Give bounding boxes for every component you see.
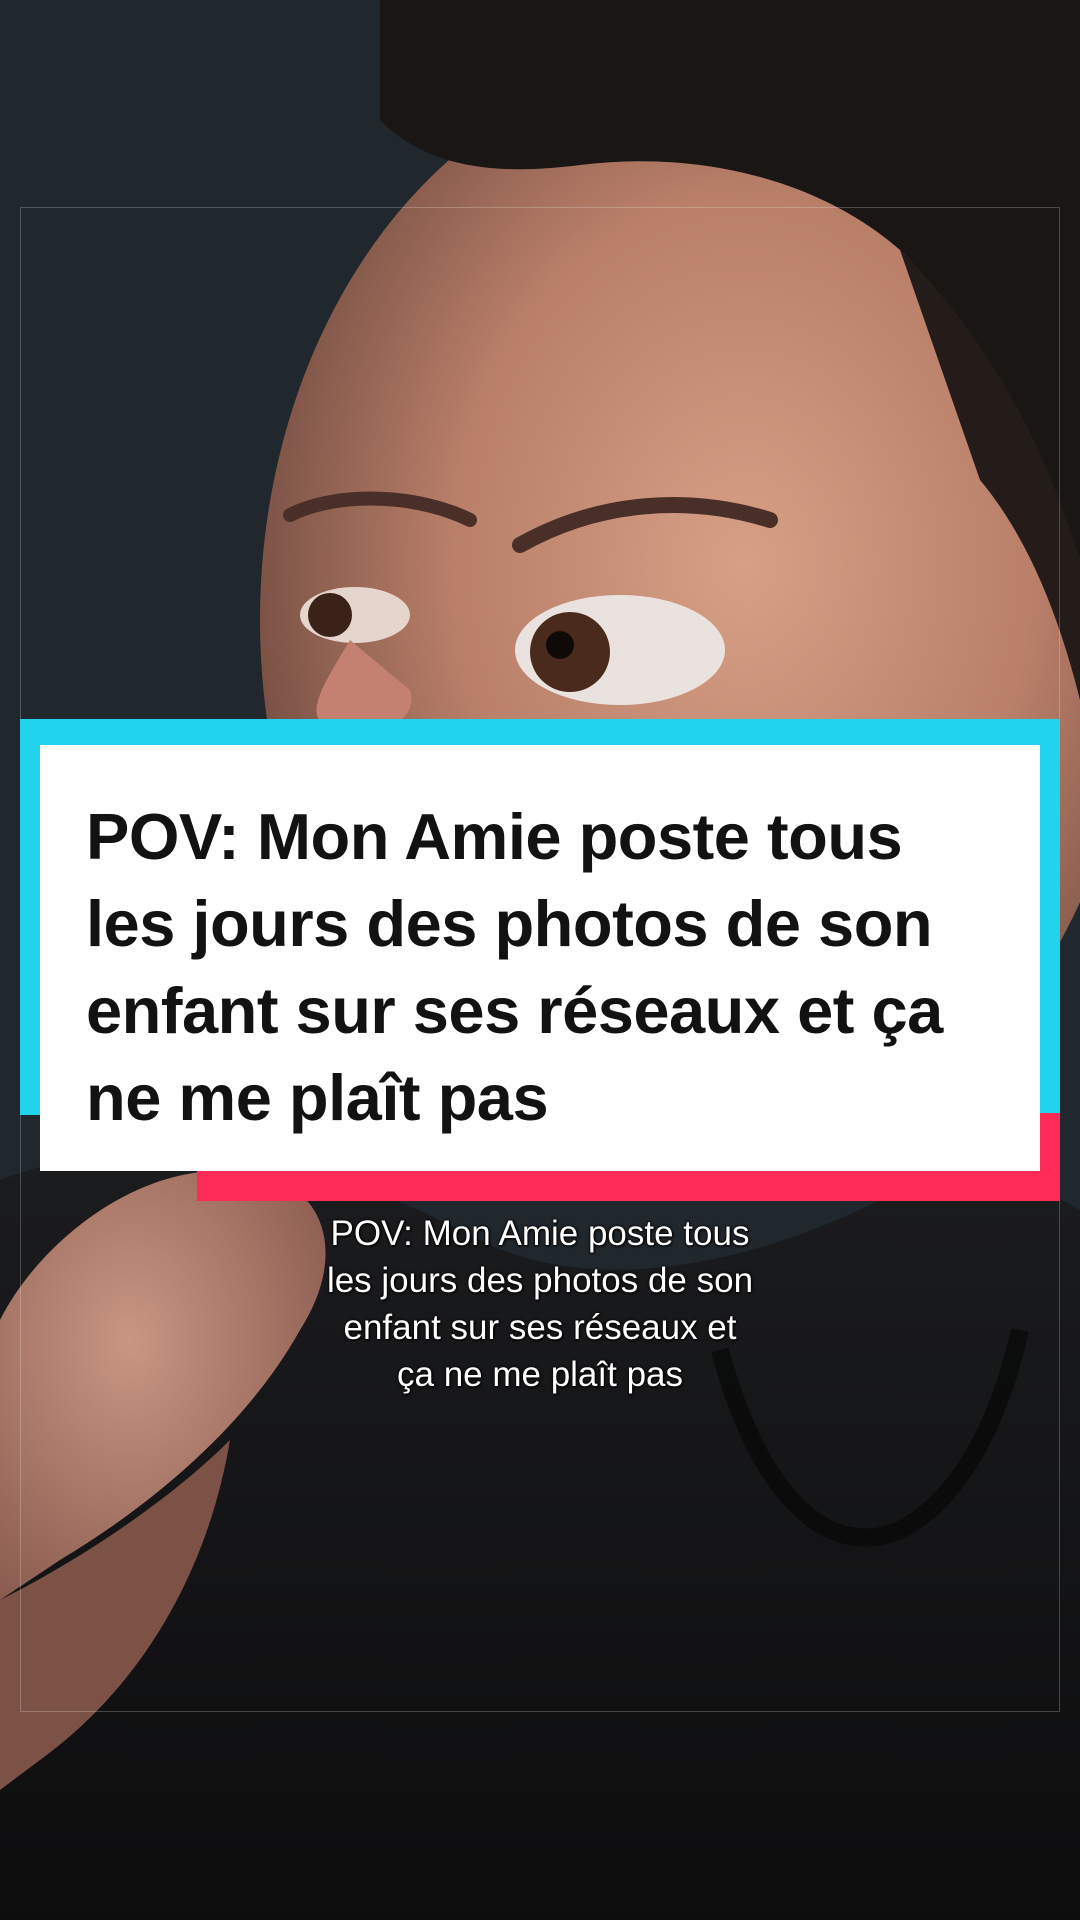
caption-line: ça ne me plaît pas — [396, 1354, 683, 1394]
title-card-text: POV: Mon Amie poste tous les jours des p… — [86, 800, 943, 1134]
video-frame[interactable]: POV: Mon Amie poste tous les jours des p… — [0, 0, 1080, 1920]
caption-line: les jours des photos de son — [326, 1260, 754, 1300]
title-card: POV: Mon Amie poste tous les jours des p… — [40, 745, 1040, 1171]
caption-line: enfant sur ses réseaux et — [343, 1307, 737, 1347]
video-caption: POV: Mon Amie poste tous les jours des p… — [240, 1210, 840, 1398]
caption-line: POV: Mon Amie poste tous — [330, 1213, 750, 1253]
